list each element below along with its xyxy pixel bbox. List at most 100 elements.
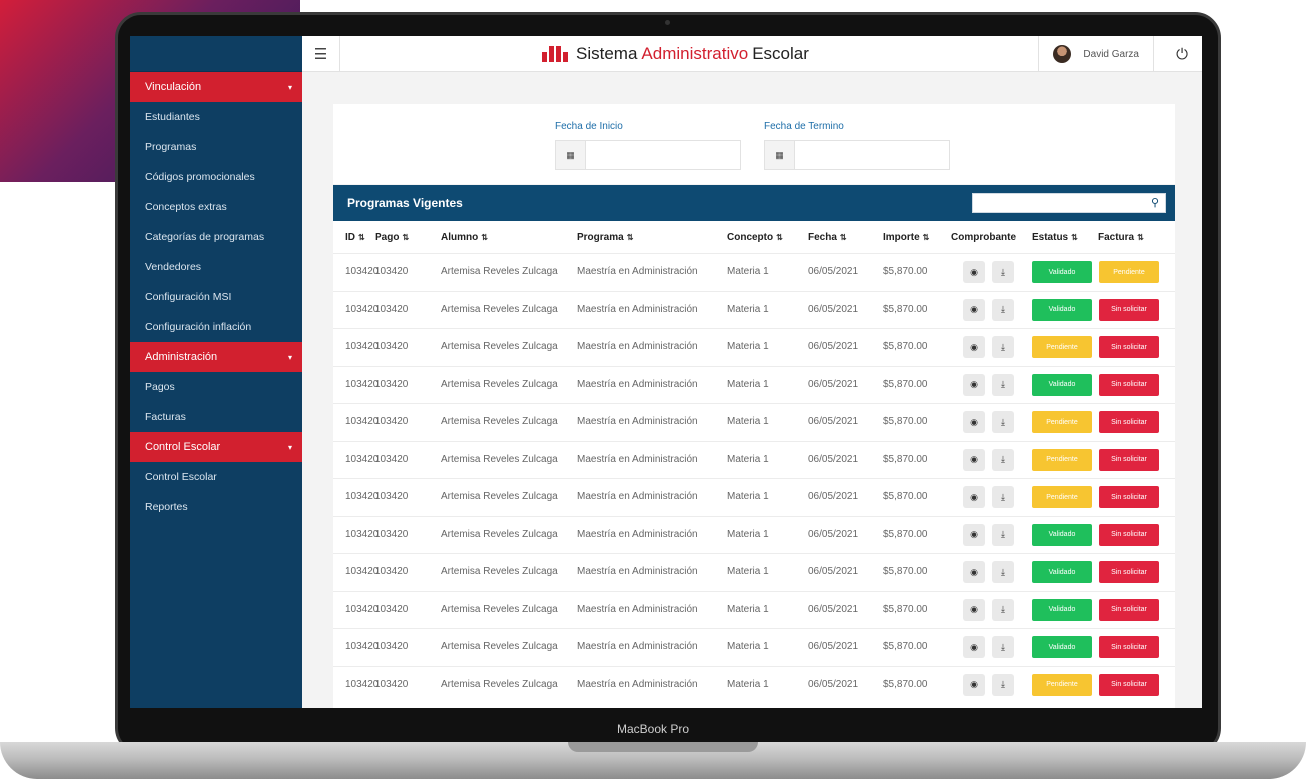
cell-fecha: 06/05/2021 [808,566,859,577]
sort-icon[interactable]: ⇅ [840,233,847,242]
eye-icon[interactable]: ◉ [963,298,985,321]
cell-fecha: 06/05/2021 [808,678,859,690]
cell-id: 103420 [345,678,379,690]
user-menu[interactable]: David Garza [1038,36,1154,72]
sort-icon[interactable]: ⇅ [776,233,783,242]
search-input[interactable]: ⚲ [972,193,1166,213]
eye-icon[interactable]: ◉ [963,448,985,471]
cell-pago: 103420 [375,641,409,652]
cell-alumno: Artemisa Reveles Zulcaga [441,416,558,427]
column-header[interactable]: Concepto ⇅ [727,232,783,243]
download-icon[interactable]: ⤓ [992,523,1014,546]
cell-concepto: Materia 1 [727,566,769,577]
eye-icon[interactable]: ◉ [963,561,985,583]
sidebar-item[interactable]: Estudiantes [130,102,302,132]
sidebar-item[interactable]: Conceptos extras [130,192,302,222]
start-date-field[interactable]: ▦ [555,140,741,170]
column-header[interactable]: Factura ⇅ [1098,232,1144,243]
sidebar-item[interactable]: Programas [130,132,302,162]
cell-alumno: Artemisa Reveles Zulcaga [441,341,558,352]
sort-icon[interactable]: ⇅ [627,233,634,242]
status-badge: Pendiente [1032,336,1092,358]
download-icon[interactable]: ⤓ [992,636,1014,658]
sidebar-item[interactable]: Pagos [130,372,302,402]
cell-programa: Maestría en Administración [577,303,698,315]
table-row: 103420 103420 Artemisa Reveles Zulcaga Maes… [333,440,1175,478]
eye-icon[interactable]: ◉ [963,336,985,358]
sidebar-item[interactable]: Configuración MSI [130,282,302,312]
eye-icon[interactable]: ◉ [963,636,985,658]
sidebar-section-label: Control Escolar [145,441,221,453]
download-icon[interactable]: ⤓ [992,598,1014,621]
sidebar-top [130,36,302,72]
column-header[interactable]: Programa ⇅ [577,232,633,243]
column-header[interactable]: Alumno ⇅ [441,232,488,243]
sidebar-section[interactable]: Vinculación ▾ [130,72,302,102]
cell-id: 103420 [345,491,379,502]
download-icon[interactable]: ⤓ [992,261,1014,283]
column-header-label: Fecha [808,232,837,243]
download-icon[interactable]: ⤓ [992,411,1014,433]
chevron-down-icon: ▾ [287,352,292,362]
hamburger-icon[interactable]: ☰ [302,36,340,72]
sidebar-section[interactable]: Control Escolar ▾ [130,432,302,462]
download-icon[interactable]: ⤓ [992,336,1014,358]
sort-icon[interactable]: ⇅ [1137,233,1144,242]
sort-icon[interactable]: ⇅ [1071,233,1078,242]
download-icon[interactable]: ⤓ [992,673,1014,696]
column-header-label: Pago [375,232,400,243]
top-header: ☰ Sistema Administrativo Escolar David G… [302,36,1202,72]
download-icon[interactable]: ⤓ [992,448,1014,471]
cell-programa: Maestría en Administración [577,341,698,352]
cell-importe: $5,870.00 [883,566,928,577]
column-header[interactable]: ID ⇅ [345,232,365,243]
download-icon[interactable]: ⤓ [992,561,1014,583]
sort-icon[interactable]: ⇅ [402,233,409,242]
search-icon[interactable]: ⚲ [1151,196,1159,209]
cell-fecha: 06/05/2021 [808,641,859,652]
laptop-camera [665,20,670,25]
cell-fecha: 06/05/2021 [808,303,859,315]
eye-icon[interactable]: ◉ [963,523,985,546]
eye-icon[interactable]: ◉ [963,373,985,396]
cell-pago: 103420 [375,341,409,352]
sort-icon[interactable]: ⇅ [481,233,488,242]
download-icon[interactable]: ⤓ [992,298,1014,321]
cell-programa: Maestría en Administración [577,566,698,577]
sort-icon[interactable]: ⇅ [358,233,365,242]
column-header[interactable]: Pago ⇅ [375,232,409,243]
table-row: 103420 103420 Artemisa Reveles Zulcaga Maes… [333,290,1175,328]
cell-concepto: Materia 1 [727,603,769,615]
column-header-label: Comprobante [951,232,1016,243]
invoice-badge: Sin solicitar [1099,523,1159,546]
sidebar-item[interactable]: Reportes [130,492,302,522]
eye-icon[interactable]: ◉ [963,598,985,621]
eye-icon[interactable]: ◉ [963,411,985,433]
filter-card: Fecha de Inicio ▦ Fecha de Termino ▦ [333,104,1175,184]
table-title-bar: Programas Vigentes ⚲ [333,185,1175,221]
cell-fecha: 06/05/2021 [808,528,859,540]
sidebar-item[interactable]: Códigos promocionales [130,162,302,192]
column-header[interactable]: Estatus ⇅ [1032,232,1078,243]
avatar [1053,45,1072,63]
laptop-notch [568,742,758,752]
sidebar-item[interactable]: Control Escolar [130,462,302,492]
download-icon[interactable]: ⤓ [992,486,1014,508]
column-header[interactable]: Fecha ⇅ [808,232,847,243]
download-icon[interactable]: ⤓ [992,373,1014,396]
column-header-label: Estatus [1032,232,1069,243]
sidebar-item[interactable]: Vendedores [130,252,302,282]
eye-icon[interactable]: ◉ [963,673,985,696]
eye-icon[interactable]: ◉ [963,486,985,508]
power-icon[interactable]: ⏻ [1176,36,1188,72]
column-header[interactable]: Importe ⇅ [883,232,929,243]
sidebar-item[interactable]: Configuración inflación [130,312,302,342]
eye-icon[interactable]: ◉ [963,261,985,283]
invoice-badge: Sin solicitar [1099,298,1159,321]
sidebar-section[interactable]: Administración ▾ [130,342,302,372]
end-date-field[interactable]: ▦ [764,140,950,170]
sidebar-item[interactable]: Categorías de programas [130,222,302,252]
sidebar-item[interactable]: Facturas [130,402,302,432]
cell-id: 103420 [345,416,379,427]
sort-icon[interactable]: ⇅ [923,233,930,242]
